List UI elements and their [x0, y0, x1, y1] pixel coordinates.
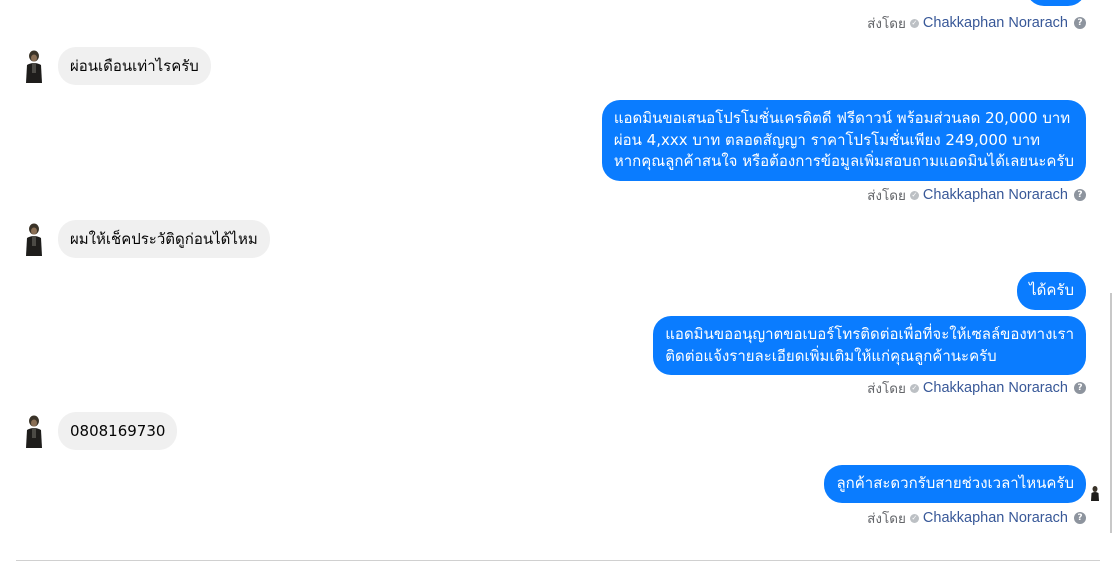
- message-line: ผ่อน 4,xxx บาท ตลอดสัญญา ราคาโปรโมชั่นเพ…: [613, 130, 1041, 149]
- outgoing-message-bubble[interactable]: ได้ครับ: [1017, 272, 1086, 310]
- message-line: ติดต่อแจ้งรายละเอียดเพิ่มเติมให้แก่คุณลู…: [665, 346, 997, 365]
- composer-divider: [16, 560, 1100, 561]
- user-avatar[interactable]: [20, 222, 48, 256]
- sent-by-row: ส่งโดย ✓ Chakkaphan Norarach ?: [867, 14, 1086, 32]
- outgoing-message: แอดมินขอเสนอโปรโมชั่นเครดิตดี ฟรีดาวน์ พ…: [601, 100, 1086, 181]
- sent-by-row: ส่งโดย ✓ Chakkaphan Norarach ?: [867, 379, 1086, 397]
- incoming-message-bubble[interactable]: 0808169730: [58, 412, 178, 450]
- incoming-message-bubble[interactable]: ผ่อนเดือนเท่าไรครับ: [58, 47, 211, 85]
- help-circle-icon[interactable]: ?: [1074, 512, 1086, 524]
- help-circle-icon[interactable]: ?: [1074, 382, 1086, 394]
- read-receipt-avatar: [1088, 485, 1102, 501]
- sent-by-label: ส่งโดย: [867, 16, 906, 32]
- sender-name-link[interactable]: Chakkaphan Norarach: [923, 510, 1068, 526]
- outgoing-message: ได้ครับ: [1017, 272, 1086, 310]
- sent-by-label: ส่งโดย: [867, 381, 906, 397]
- outgoing-message-bubble[interactable]: ลูกค้าสะดวกรับสายช่วงเวลาไหนครับ: [824, 465, 1086, 503]
- sender-name-link[interactable]: Chakkaphan Norarach: [923, 380, 1068, 396]
- check-circle-icon: ✓: [909, 383, 919, 393]
- sent-by-row: ส่งโดย ✓ Chakkaphan Norarach ?: [867, 186, 1086, 204]
- sent-by-label: ส่งโดย: [867, 511, 906, 527]
- message-line: แอดมินขออนุญาตขอเบอร์โทรติดต่อเพื่อที่จะ…: [665, 325, 1074, 343]
- avatar-figure-icon: [20, 49, 48, 83]
- incoming-message: ผมให้เช็คประวัติดูก่อนได้ไหม: [20, 220, 270, 258]
- user-avatar[interactable]: [20, 49, 48, 83]
- check-circle-icon: ✓: [909, 513, 919, 523]
- message-line: หากคุณลูกค้าสนใจ หรือต้องการข้อมูลเพิ่มส…: [613, 152, 1074, 170]
- sent-by-label: ส่งโดย: [867, 188, 906, 204]
- avatar-figure-icon: [20, 414, 48, 448]
- user-avatar[interactable]: [20, 414, 48, 448]
- sender-name-link[interactable]: Chakkaphan Norarach: [923, 187, 1068, 203]
- seen-avatar-icon: [1091, 486, 1099, 501]
- previous-outgoing-bubble: [1026, 0, 1086, 6]
- outgoing-message: แอดมินขออนุญาตขอเบอร์โทรติดต่อเพื่อที่จะ…: [653, 316, 1086, 375]
- incoming-message: ผ่อนเดือนเท่าไรครับ: [20, 47, 211, 85]
- outgoing-message-bubble[interactable]: แอดมินขอเสนอโปรโมชั่นเครดิตดี ฟรีดาวน์ พ…: [601, 100, 1086, 181]
- sent-by-row: ส่งโดย ✓ Chakkaphan Norarach ?: [867, 509, 1086, 527]
- incoming-message: 0808169730: [20, 412, 178, 450]
- help-circle-icon[interactable]: ?: [1074, 17, 1086, 29]
- outgoing-message: ลูกค้าสะดวกรับสายช่วงเวลาไหนครับ: [824, 465, 1086, 503]
- sender-name-link[interactable]: Chakkaphan Norarach: [923, 15, 1068, 31]
- avatar-figure-icon: [20, 222, 48, 256]
- help-circle-icon[interactable]: ?: [1074, 189, 1086, 201]
- outgoing-message-bubble[interactable]: แอดมินขออนุญาตขอเบอร์โทรติดต่อเพื่อที่จะ…: [653, 316, 1086, 375]
- message-line: แอดมินขอเสนอโปรโมชั่นเครดิตดี ฟรีดาวน์ พ…: [613, 109, 1071, 127]
- check-circle-icon: ✓: [909, 18, 919, 28]
- check-circle-icon: ✓: [909, 190, 919, 200]
- incoming-message-bubble[interactable]: ผมให้เช็คประวัติดูก่อนได้ไหม: [58, 220, 270, 258]
